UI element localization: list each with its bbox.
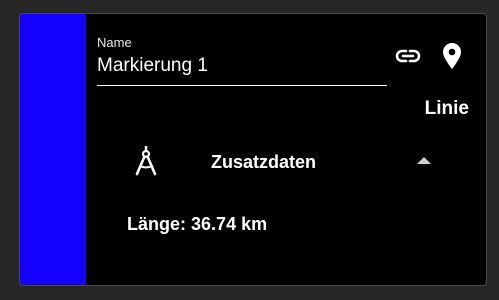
- marker-card: Name Markierung 1 Linie Zusatzdaten Läng…: [19, 13, 487, 286]
- name-field-value[interactable]: Markierung 1: [97, 55, 208, 77]
- name-field-underline: [97, 85, 387, 86]
- name-field[interactable]: Name Markierung 1: [97, 35, 387, 87]
- locate-button[interactable]: [437, 41, 467, 71]
- marker-color-strip[interactable]: [20, 14, 86, 285]
- extra-data-title: Zusatzdaten: [211, 152, 317, 172]
- marker-content: Name Markierung 1 Linie Zusatzdaten Läng…: [86, 14, 486, 285]
- length-label: Länge:: [127, 214, 187, 234]
- chevron-up-icon[interactable]: [417, 157, 431, 164]
- geometry-type-label: Linie: [424, 98, 469, 119]
- link-button[interactable]: [393, 41, 423, 71]
- link-icon: [395, 49, 421, 63]
- map-pin-icon: [443, 43, 461, 69]
- length-row: Länge: 36.74 km: [127, 214, 267, 235]
- length-value: 36.74 km: [191, 214, 268, 234]
- name-field-label: Name: [97, 35, 132, 50]
- extra-data-header[interactable]: Zusatzdaten: [86, 142, 486, 182]
